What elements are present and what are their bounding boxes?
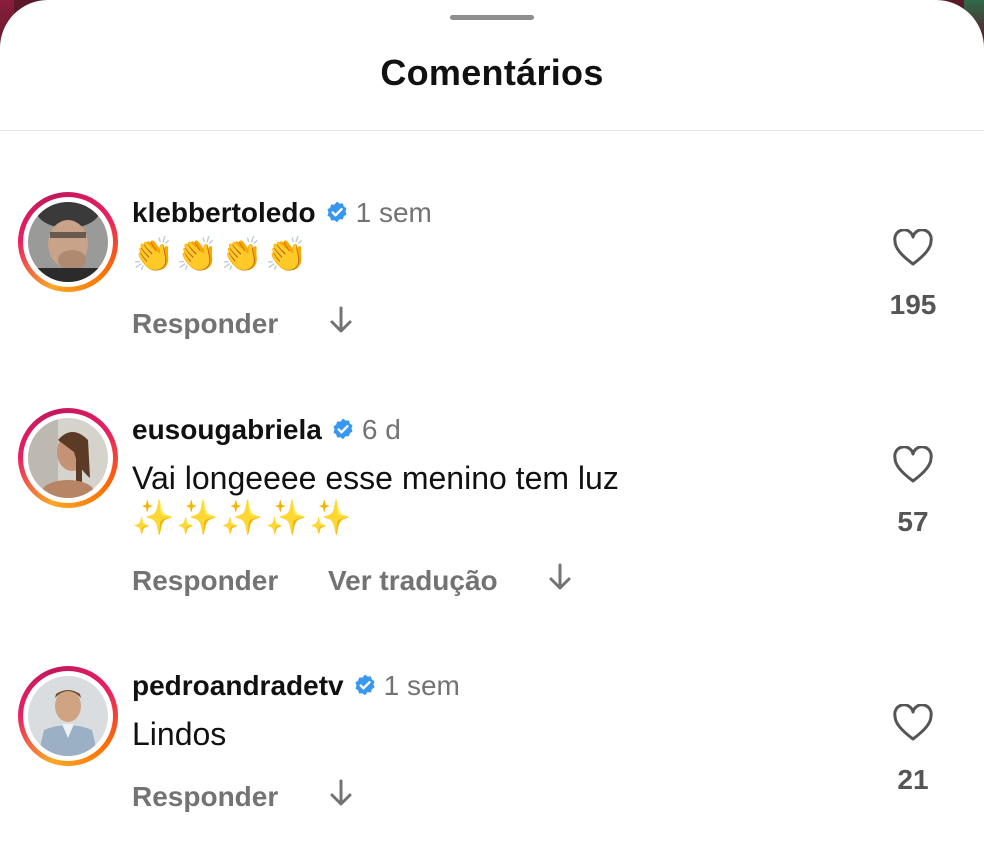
username-link[interactable]: pedroandradetv [132,670,344,701]
comment-actions: Responder [132,305,354,342]
comment-text: Lindos [132,716,227,752]
comment-header: pedroandradetv 1 sem [132,670,460,706]
like-count: 57 [897,506,929,537]
translate-button[interactable]: Ver tradução [328,565,498,597]
like-control: 195 [880,229,946,321]
verified-badge-icon [330,417,356,450]
avatar-story-ring[interactable] [18,192,118,292]
comment-header: klebbertoledo 1 sem [132,197,432,233]
like-control: 57 [880,446,946,538]
avatar [28,676,108,756]
comment-header: eusougabriela 6 d [132,414,401,450]
page-title: Comentários [380,52,604,93]
header-divider [0,130,984,131]
comment-text: 👏👏👏👏 [132,236,310,274]
like-count: 195 [889,289,937,320]
username-link[interactable]: klebbertoledo [132,197,316,228]
verified-badge-icon [352,673,378,706]
comment-item: pedroandradetv 1 sem Lindos Responder 21 [0,660,984,860]
comment-item: klebbertoledo 1 sem 👏👏👏👏 Responder 195 [0,185,984,385]
comment-time: 6 d [361,414,401,445]
reply-button[interactable]: Responder [132,781,278,813]
heart-icon[interactable] [892,704,934,742]
heart-icon[interactable] [892,229,934,267]
arrow-down-icon[interactable] [328,778,354,815]
avatar-story-ring[interactable] [18,666,118,766]
reply-button[interactable]: Responder [132,308,278,340]
verified-badge-icon [324,200,350,233]
comments-sheet: Comentários klebbertoledo 1 sem 👏👏👏👏 Res… [0,0,984,863]
comment-text: Vai longeeee esse menino tem luz [132,460,619,496]
comment-item: eusougabriela 6 d Vai longeeee esse menin… [0,402,984,602]
avatar-story-ring[interactable] [18,408,118,508]
username-link[interactable]: eusougabriela [132,414,322,445]
avatar [28,418,108,498]
arrow-down-icon[interactable] [547,562,573,599]
sheet-grabber-handle[interactable] [450,15,534,20]
like-control: 21 [880,704,946,796]
heart-icon[interactable] [892,446,934,484]
arrow-down-icon[interactable] [328,305,354,342]
comment-emojis: ✨✨✨✨✨ [132,499,354,537]
reply-button[interactable]: Responder [132,565,278,597]
comment-time: 1 sem [355,197,432,228]
avatar [28,202,108,282]
comment-actions: Responder [132,778,354,815]
comment-actions: Responder Ver tradução [132,562,573,599]
like-count: 21 [897,764,929,795]
comment-time: 1 sem [383,670,460,701]
